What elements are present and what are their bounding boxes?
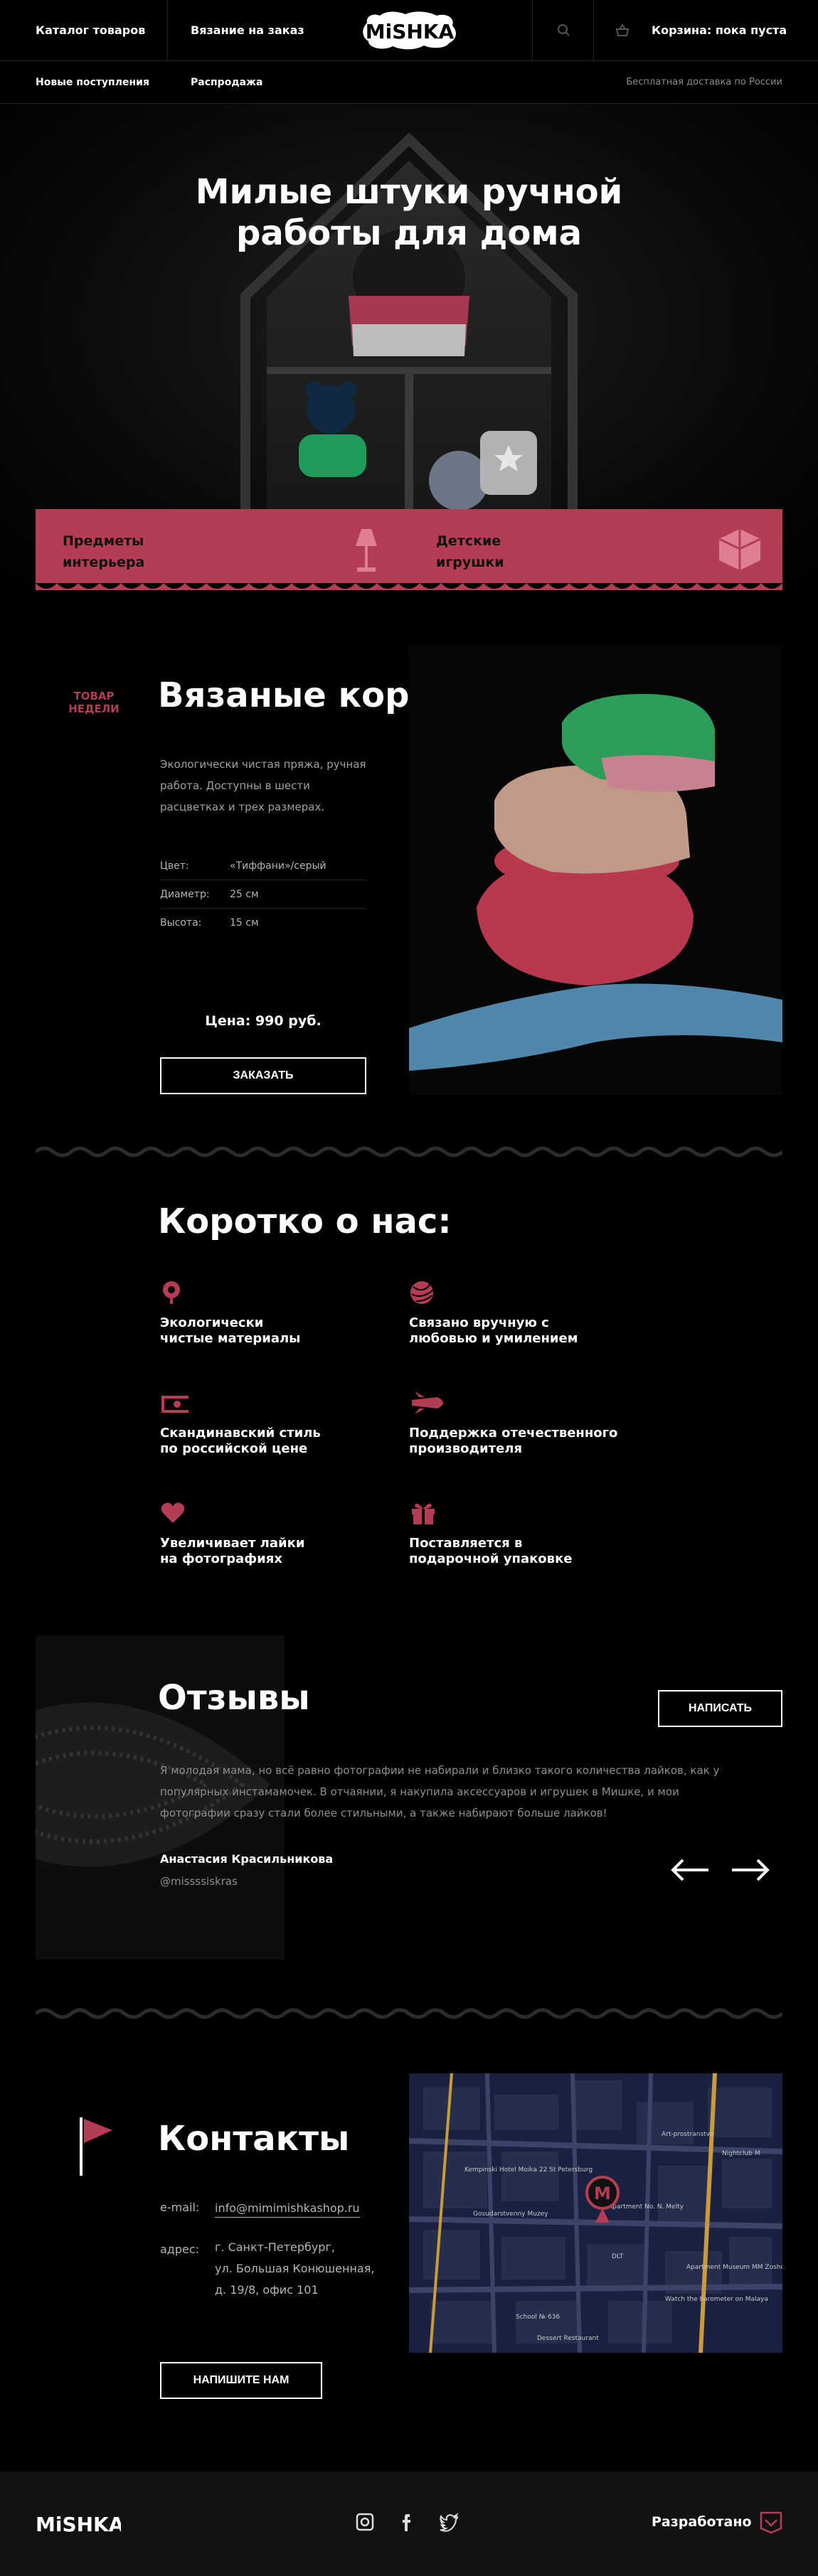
logo-blob-icon: MiSHKA [363,11,456,50]
spec-key: Высота: [160,917,202,929]
basket-icon[interactable] [613,21,632,40]
scallop-edge [36,583,782,589]
contacts-title: Контакты [158,2119,350,2159]
svg-text:Watch the barometer on Malaya: Watch the barometer on Malaya [665,2296,768,2303]
product-description: Экологически чистая пряжа, ручная работа… [160,758,366,813]
address-line: д. 19/8, офис 101 [215,2283,319,2297]
spec-key: Цвет: [160,860,189,872]
facebook-icon[interactable] [397,2511,418,2533]
svg-text:School № 636: School № 636 [516,2314,560,2321]
lamp-icon [356,529,377,572]
feature-text: Скандинавский стиль по российской цене [160,1426,321,1456]
address-line: г. Санкт-Петербург, [215,2240,335,2254]
category-label: Детские игрушки [436,533,504,570]
site-logo[interactable]: MiSHKA [358,7,461,54]
hero-category-cards: Предметы интерьера Детские игрушки [36,509,782,590]
svg-text:Nightclub M: Nightclub M [722,2150,760,2157]
svg-text:DLT: DLT [612,2253,624,2260]
gift-icon [412,1503,435,1524]
search-icon[interactable] [555,21,573,40]
wave-divider [36,2008,782,2019]
divider [593,0,594,61]
svg-text:Dessert Restaurant: Dessert Restaurant [537,2335,599,2342]
reviews-title: Отзывы [158,1678,310,1718]
heart-icon [161,1502,185,1523]
product-specs: Цвет: «Тиффани»/серый Диаметр: 25 см Высот… [160,852,366,937]
about-title: Коротко о нас: [158,1202,452,1241]
category-label: Предметы интерьера [63,533,145,570]
map-image: Kempinski Hotel Moika 22 St Petersburg G… [409,2073,782,2353]
secondary-navigation: Новые поступления Распродажа Бесплатная … [0,61,818,104]
email-link[interactable]: info@mimimishkashop.ru [215,2200,360,2218]
top-navigation: Каталог товаров Вязание на заказ MiSHKA … [0,0,818,61]
category-card-kids-toys[interactable]: Детские игрушки [409,509,782,590]
spec-row: Высота: 15 см [160,909,366,937]
spec-value: «Тиффани»/серый [230,860,326,872]
product-photo [409,644,782,1095]
wave-divider [36,1146,782,1158]
rocket-icon [412,1391,443,1414]
knitted-baskets-image [409,694,782,1071]
developer-logo-icon[interactable] [760,2511,782,2534]
spec-row: Диаметр: 25 см [160,880,366,909]
svg-text:MiSHKA: MiSHKA [36,2513,121,2536]
product-price: Цена: 990 руб. [205,1013,322,1029]
feature-text: Увеличивает лайки на фотографиях [160,1536,305,1566]
hero-banner: Милые штуки ручной работы для дома Предм… [0,104,818,590]
spec-row: Цвет: «Тиффани»/серый [160,852,366,880]
address-text: г. Санкт-Петербург, ул. Большая Конюшенн… [215,2237,374,2301]
svg-text:MiSHKA: MiSHKA [366,20,455,43]
nav-new-arrivals-link[interactable]: Новые поступления [36,61,149,104]
svg-text:Apartment No. N. Melty: Apartment No. N. Melty [608,2203,684,2211]
address-line: ул. Большая Конюшенная, [215,2262,375,2275]
spec-key: Диаметр: [160,889,210,900]
review-author-handle: @missssiskras [160,1875,238,1888]
yarn-ball-icon [410,1281,434,1304]
svg-text:M: M [594,2184,611,2203]
svg-text:Art-prostranstvo: Art-prostranstvo [662,2131,714,2138]
toy-blocks-icon [718,529,761,570]
nav-catalog-link[interactable]: Каталог товаров [36,0,145,61]
nav-sale-link[interactable]: Распродажа [191,61,262,104]
review-text: Я молодая мама, но всё равно фотографии … [160,1764,720,1819]
feature-text: Поставляется в подарочной упаковке [409,1536,573,1566]
divider [532,0,533,61]
spec-value: 25 см [230,889,259,900]
feature-text: Поддержка отечественного производителя [409,1426,618,1456]
twitter-icon[interactable] [438,2511,460,2533]
order-button[interactable]: ЗАКАЗАТЬ [160,1057,366,1094]
footer-logo[interactable]: MiSHKA [36,2508,124,2537]
money-icon [161,1396,188,1413]
divider [167,0,168,61]
feature-text: Экологически чистые материалы [160,1315,301,1346]
instagram-icon[interactable] [354,2511,376,2533]
page-footer: MiSHKA Разработано [0,2471,818,2576]
address-label: адрес: [160,2243,200,2256]
svg-text:Apartment Museum MM Zoshchenko: Apartment Museum MM Zoshchenko [686,2264,782,2271]
write-review-button[interactable]: НАПИСАТЬ [658,1690,782,1727]
svg-text:Gosudarstvenny Muzey: Gosudarstvenny Muzey [473,2211,548,2218]
arrow-left-icon[interactable] [669,1856,711,1884]
spec-value: 15 см [230,917,259,929]
location-map[interactable]: Kempinski Hotel Moika 22 St Petersburg G… [409,2073,782,2353]
feature-text: Связано вручную с любовью и умилением [409,1315,578,1346]
free-delivery-note: Бесплатная доставка по России [626,77,782,87]
write-us-button[interactable]: НАПИШИТЕ НАМ [160,2362,322,2399]
eco-icon [163,1281,180,1304]
arrow-right-icon[interactable] [729,1856,772,1884]
developed-by-label: Разработано [652,2514,752,2530]
product-of-week-badge: ТОВАР НЕДЕЛИ [68,690,119,715]
flag-icon [80,2117,112,2176]
logo-icon: MiSHKA [36,2513,124,2536]
svg-text:Kempinski Hotel Moika 22 St Pe: Kempinski Hotel Moika 22 St Petersburg [464,2166,593,2174]
review-author: Анастасия Красильникова [160,1852,334,1866]
email-label: e-mail: [160,2201,200,2214]
nav-custom-knitting-link[interactable]: Вязание на заказ [191,0,304,61]
hero-title: Милые штуки ручной работы для дома [195,172,623,253]
cart-link[interactable]: Корзина: пока пуста [652,0,787,61]
category-card-interior[interactable]: Предметы интерьера [36,509,409,590]
